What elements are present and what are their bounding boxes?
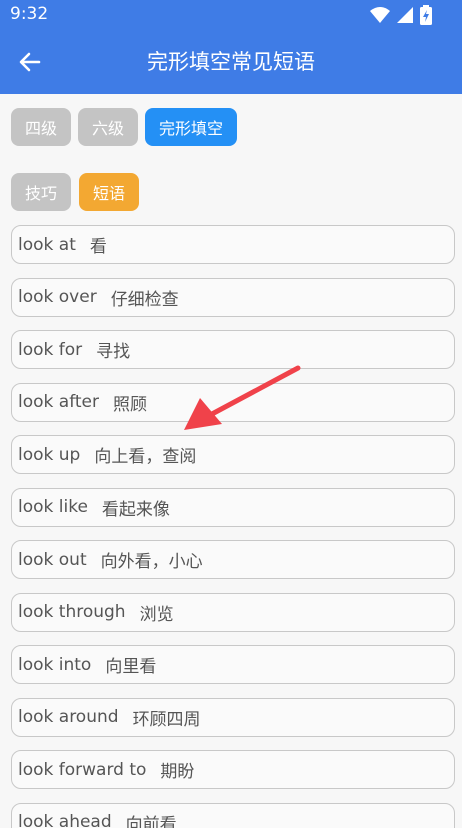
tab-skills[interactable]: 技巧 bbox=[11, 173, 72, 211]
list-item[interactable]: look like 看起来像 bbox=[11, 487, 455, 527]
phrase-english: look over bbox=[18, 287, 97, 307]
list-item[interactable]: look over 仔细检查 bbox=[11, 277, 455, 317]
list-item[interactable]: look through 浏览 bbox=[11, 592, 455, 632]
status-bar: 9:32 bbox=[0, 0, 462, 30]
back-button[interactable] bbox=[14, 46, 46, 78]
phrase-english: look through bbox=[18, 602, 126, 622]
phrase-chinese: 向前看 bbox=[125, 814, 177, 828]
phrase-chinese: 看起来像 bbox=[101, 499, 170, 520]
phrase-chinese: 向外看，小心 bbox=[100, 552, 203, 572]
list-item[interactable]: look at 看 bbox=[11, 225, 455, 264]
signal-icon bbox=[397, 7, 413, 23]
phrase-chinese: 浏览 bbox=[139, 604, 174, 625]
level-tabs: 四级 六级 完形填空 bbox=[11, 108, 238, 146]
tab-phrases[interactable]: 短语 bbox=[79, 173, 140, 211]
phrase-english: look for bbox=[18, 339, 83, 360]
phrase-chinese: 环顾四周 bbox=[132, 709, 201, 730]
phrase-english: look around bbox=[18, 707, 119, 727]
phrase-chinese: 仔细检查 bbox=[110, 289, 179, 310]
status-icons bbox=[370, 5, 432, 25]
arrow-left-icon bbox=[19, 52, 41, 72]
type-tabs: 技巧 短语 bbox=[11, 173, 140, 211]
app-bar: 完形填空常见短语 bbox=[0, 30, 462, 94]
annotation-arrow-icon bbox=[184, 365, 301, 430]
page-title: 完形填空常见短语 bbox=[147, 50, 315, 74]
status-time: 9:32 bbox=[10, 4, 49, 24]
phrase-english: look into bbox=[18, 654, 92, 675]
phrase-english: look after bbox=[18, 392, 99, 412]
phrase-english: look forward to bbox=[18, 759, 147, 780]
battery-icon bbox=[420, 5, 432, 25]
phrase-chinese: 向里看 bbox=[105, 657, 157, 677]
list-item[interactable]: look into 向里看 bbox=[11, 645, 455, 684]
list-item[interactable]: look out 向外看，小心 bbox=[11, 540, 455, 579]
list-item[interactable]: look forward to 期盼 bbox=[11, 750, 455, 789]
phrase-english: look up bbox=[18, 444, 81, 465]
phrase-english: look out bbox=[18, 549, 87, 570]
tab-cloze[interactable]: 完形填空 bbox=[145, 108, 238, 146]
phrase-chinese: 看 bbox=[89, 237, 107, 257]
phrase-chinese: 向上看，查阅 bbox=[94, 447, 197, 467]
wifi-icon bbox=[370, 7, 390, 23]
tab-cet4[interactable]: 四级 bbox=[11, 108, 72, 146]
phrase-english: look ahead bbox=[18, 812, 112, 828]
phrase-chinese: 寻找 bbox=[96, 342, 131, 362]
phrase-chinese: 照顾 bbox=[113, 394, 147, 415]
phrase-list: look at 看 look over 仔细检查 look for 寻找 look a… bbox=[11, 225, 455, 828]
phrase-chinese: 期盼 bbox=[160, 762, 195, 782]
tab-cet6[interactable]: 六级 bbox=[78, 108, 139, 146]
list-item[interactable]: look around 环顾四周 bbox=[11, 697, 455, 737]
list-item[interactable]: look ahead 向前看 bbox=[11, 802, 455, 828]
phrase-english: look like bbox=[18, 497, 88, 517]
phrase-english: look at bbox=[18, 234, 76, 255]
